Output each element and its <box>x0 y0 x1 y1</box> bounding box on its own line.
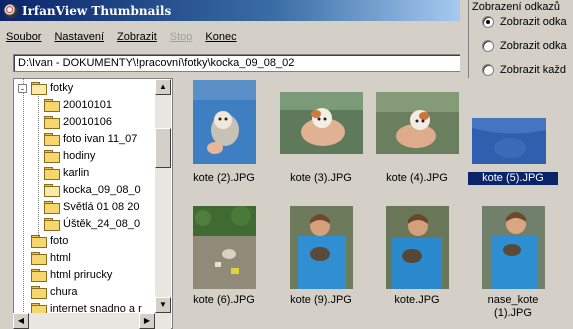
scrollbar-thumb[interactable] <box>155 128 171 168</box>
person-cat-photo-icon <box>482 206 545 289</box>
blue-shirt-photo-icon <box>472 118 546 164</box>
folder-icon <box>44 133 60 146</box>
radio-icon[interactable] <box>482 40 494 52</box>
tree-item[interactable]: Světlá 01 08 20 <box>44 199 139 215</box>
folder-icon <box>31 286 47 299</box>
tree-item-label: html prirucky <box>50 269 113 281</box>
radio-option-1-label: Zobrazit odka <box>500 16 567 28</box>
menu-konec[interactable]: Konec <box>205 31 236 43</box>
folder-open-icon <box>31 82 47 95</box>
thumbnail-caption[interactable]: kote (3).JPG <box>276 172 366 185</box>
collapse-icon[interactable]: - <box>18 83 27 93</box>
folder-icon <box>44 167 60 180</box>
tree-item[interactable]: 20010101 <box>44 97 112 113</box>
folder-icon <box>44 218 60 231</box>
menu-zobrazit[interactable]: Zobrazit <box>117 31 157 43</box>
menu-stop[interactable]: Stop <box>170 31 193 43</box>
radio-icon[interactable] <box>482 64 494 76</box>
scroll-down-arrow-icon[interactable]: ▼ <box>155 297 171 313</box>
scroll-right-arrow-icon[interactable]: ▶ <box>139 313 155 329</box>
tree-guide-line <box>23 79 24 328</box>
tree-item-label: Světlá 01 08 20 <box>63 201 140 213</box>
thumbnail-caption[interactable]: kote (2).JPG <box>179 172 269 185</box>
thumbnail-caption[interactable]: kote (4).JPG <box>372 172 462 185</box>
tree-item[interactable]: html prirucky <box>31 267 112 283</box>
thumbnail-image-1[interactable] <box>193 80 256 164</box>
tree-horizontal-scrollbar[interactable]: ◀ ▶ <box>13 313 171 329</box>
folder-icon <box>44 150 60 163</box>
garden-photo-icon <box>193 206 256 289</box>
thumbnail-grid: kote (2).JPG kote (3).JPG kote (4).JPG k… <box>176 78 573 329</box>
thumbnail-caption[interactable]: kote (6).JPG <box>179 294 269 307</box>
folder-icon <box>44 116 60 129</box>
kitten-photo-icon <box>193 80 256 164</box>
tree-item[interactable]: html <box>31 250 71 266</box>
tree-item-current[interactable]: kocka_09_08_0 <box>44 182 141 198</box>
radio-option-3-label: Zobrazit každ <box>500 64 567 76</box>
radio-option-3[interactable]: Zobrazit každ <box>482 64 566 76</box>
window-title: IrfanView Thumbnails <box>22 3 172 18</box>
folder-icon <box>31 269 47 282</box>
group-legend: Zobrazení odkazů <box>470 1 563 13</box>
folder-icon <box>31 252 47 265</box>
menu-bar: Soubor Nastavení Zobrazit Stop Konec <box>0 24 460 50</box>
thumbnail-caption[interactable]: nase_kote (1).JPG <box>468 294 558 320</box>
person-cat-photo-icon <box>386 206 449 289</box>
folder-tree[interactable]: - fotky 20010101 20010106 foto ivan 11_0… <box>13 78 173 329</box>
tree-item-label: kocka_09_08_0 <box>63 184 141 196</box>
tree-item-label: html <box>50 252 71 264</box>
thumbnail-caption[interactable]: kote.JPG <box>372 294 462 307</box>
tree-vertical-scrollbar[interactable]: ▲ ▼ <box>155 79 171 313</box>
tree-item[interactable]: foto ivan 11_07 <box>44 131 137 147</box>
thumbnail-image-3[interactable] <box>376 92 459 154</box>
tree-item-label: chura <box>50 286 78 298</box>
radio-option-2-label: Zobrazit odka <box>500 40 567 52</box>
tree-item[interactable]: foto <box>31 233 68 249</box>
thumbnail-caption-selected[interactable]: kote (5).JPG <box>468 172 558 185</box>
thumbnail-image-8[interactable] <box>482 206 545 289</box>
scroll-up-arrow-icon[interactable]: ▲ <box>155 79 171 95</box>
irfanview-app-icon <box>4 3 18 18</box>
tree-item-label: fotky <box>50 82 74 94</box>
folder-icon <box>31 235 47 248</box>
radio-selected-icon[interactable] <box>482 16 494 28</box>
tree-item-fotky[interactable]: - fotky <box>18 80 73 96</box>
tree-guide-line <box>38 93 39 243</box>
tree-item-label: hodiny <box>63 150 96 162</box>
tree-item[interactable]: karlin <box>44 165 89 181</box>
thumbnail-image-2[interactable] <box>280 92 363 154</box>
tree-item[interactable]: 20010106 <box>44 114 112 130</box>
folder-open-icon <box>44 184 60 197</box>
tree-item-label: foto ivan 11_07 <box>63 133 138 145</box>
folder-icon <box>44 201 60 214</box>
thumbnail-image-5[interactable] <box>193 206 256 289</box>
thumbnail-image-4[interactable] <box>472 118 546 164</box>
menu-soubor[interactable]: Soubor <box>6 31 41 43</box>
kitten-hand-photo-icon <box>376 92 459 154</box>
kitten-hand-photo-icon <box>280 92 363 154</box>
radio-option-2[interactable]: Zobrazit odka <box>482 40 567 52</box>
path-input[interactable]: D:\Ivan - DOKUMENTY\!pracovní\fotky\kock… <box>13 54 468 72</box>
tree-item-label: karlin <box>63 167 90 179</box>
thumbnail-image-6[interactable] <box>290 206 353 289</box>
tree-item-label: foto <box>50 235 69 247</box>
thumbnail-caption[interactable]: kote (9).JPG <box>276 294 366 307</box>
folder-icon <box>44 99 60 112</box>
tree-item[interactable]: Úštěk_24_08_0 <box>44 216 140 232</box>
tree-item-label: Úštěk_24_08_0 <box>63 218 141 230</box>
menu-nastaveni[interactable]: Nastavení <box>54 31 104 43</box>
scroll-left-arrow-icon[interactable]: ◀ <box>13 313 29 329</box>
tree-item-label: 20010101 <box>63 99 112 111</box>
radio-option-1[interactable]: Zobrazit odka <box>482 16 567 28</box>
tree-item[interactable]: chura <box>31 284 78 300</box>
thumbnail-image-7[interactable] <box>386 206 449 289</box>
tree-item-label: 20010106 <box>63 116 112 128</box>
tree-item[interactable]: hodiny <box>44 148 95 164</box>
title-bar[interactable]: IrfanView Thumbnails <box>0 0 460 21</box>
person-cat-photo-icon <box>290 206 353 289</box>
